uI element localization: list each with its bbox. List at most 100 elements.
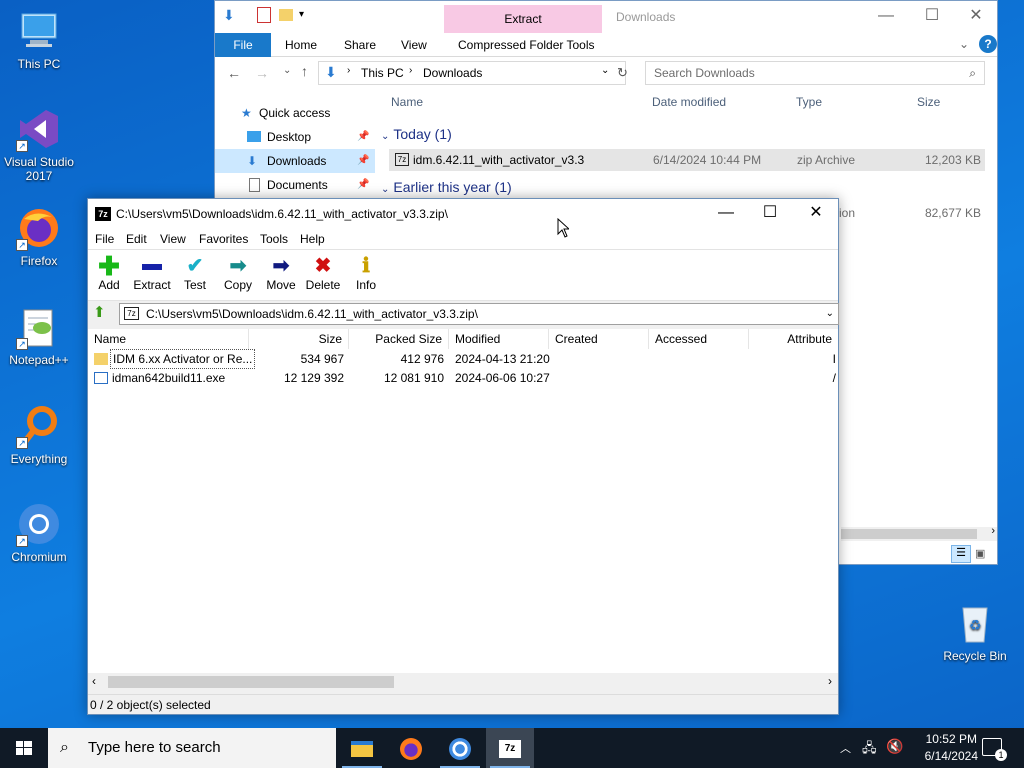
desktop-icon-chromium[interactable]: ↗ Chromium	[4, 501, 74, 564]
column-size[interactable]: Size	[917, 95, 940, 115]
column-type[interactable]: Type	[796, 95, 822, 115]
tab-view[interactable]: View	[391, 33, 437, 57]
scroll-thumb[interactable]	[841, 529, 977, 539]
7zip-titlebar[interactable]: 7z C:\Users\vm5\Downloads\idm.6.42.11_wi…	[88, 199, 838, 229]
minimize-button[interactable]: —	[863, 1, 909, 31]
test-button[interactable]: ✔ Test	[173, 254, 217, 292]
column-accessed[interactable]: Accessed	[649, 329, 749, 349]
notification-count-badge: 1	[995, 749, 1007, 761]
properties-icon[interactable]	[257, 7, 271, 23]
tab-share[interactable]: Share	[334, 33, 386, 57]
file-list[interactable]: Name Size Packed Size Modified Created A…	[88, 329, 838, 674]
recent-locations-chevron-icon[interactable]: ⌄	[283, 65, 291, 76]
path-input[interactable]: 7z C:\Users\vm5\Downloads\idm.6.42.11_wi…	[119, 303, 839, 325]
menu-favorites[interactable]: Favorites	[199, 229, 248, 249]
taskbar-search-input[interactable]: ⌕ Type here to search	[48, 728, 336, 768]
scroll-thumb[interactable]	[108, 676, 394, 688]
notification-center-button[interactable]: 1	[982, 738, 1007, 761]
scroll-left-arrow-icon[interactable]: ‹	[92, 674, 96, 688]
taskbar-firefox[interactable]	[387, 728, 435, 768]
parent-folder-up-icon[interactable]: ⬆	[93, 303, 106, 321]
extract-button[interactable]: Extract	[130, 254, 174, 292]
column-attributes[interactable]: Attribute	[749, 329, 838, 349]
close-button[interactable]: ✕	[953, 1, 999, 31]
show-hidden-icons-chevron-icon[interactable]: ︿	[840, 740, 851, 756]
minimize-button[interactable]: —	[703, 199, 749, 229]
item-modified: 2024-06-06 10:27	[455, 371, 550, 385]
ribbon-expand-chevron-icon[interactable]: ⌄	[959, 37, 969, 51]
path-dropdown-icon[interactable]: ⌄	[826, 304, 834, 324]
list-item[interactable]: idman642build11.exe 12 129 392 12 081 91…	[88, 368, 838, 388]
maximize-button[interactable]: ☐	[747, 199, 793, 229]
explorer-titlebar[interactable]: ⬇ ▾ Extract Downloads — ☐ ✕	[215, 1, 997, 33]
explorer-horizontal-scrollbar[interactable]: ›	[841, 525, 997, 541]
info-button[interactable]: ℹ Info	[344, 254, 388, 292]
pin-icon[interactable]: 📌	[357, 173, 369, 197]
network-icon[interactable]: 🖧	[862, 739, 877, 761]
taskbar-chromium[interactable]	[436, 728, 484, 768]
pin-icon[interactable]: 📌	[357, 125, 369, 149]
address-bar[interactable]: ⬇ › This PC › Downloads ⌄	[318, 61, 626, 85]
list-item[interactable]: IDM 6.xx Activator or Re... 534 967 412 …	[88, 349, 838, 369]
volume-muted-icon[interactable]: 🔇	[886, 738, 903, 755]
tab-home[interactable]: Home	[275, 33, 327, 57]
breadcrumb-downloads[interactable]: Downloads	[423, 66, 482, 80]
column-packed-size[interactable]: Packed Size	[349, 329, 449, 349]
group-label: Earlier this year (1)	[393, 179, 512, 195]
maximize-button[interactable]: ☐	[909, 1, 955, 31]
nav-quick-access[interactable]: ★ Quick access	[215, 101, 375, 125]
system-clock[interactable]: 10:52 PM 6/14/2024	[925, 731, 978, 765]
tab-file[interactable]: File	[215, 33, 271, 57]
search-input[interactable]: Search Downloads ⌕	[645, 61, 985, 85]
column-date-modified[interactable]: Date modified	[652, 95, 726, 115]
desktop-icon-visual-studio[interactable]: ↗ Visual Studio 2017	[4, 106, 74, 183]
copy-button[interactable]: ➡ Copy	[216, 254, 260, 292]
group-earlier-this-year[interactable]: ⌄ Earlier this year (1)	[381, 179, 512, 195]
start-button[interactable]	[0, 728, 48, 768]
refresh-icon[interactable]: ↻	[617, 65, 628, 81]
nav-desktop[interactable]: Desktop 📌	[215, 125, 375, 149]
scroll-right-arrow-icon[interactable]: ›	[991, 525, 995, 537]
new-folder-icon[interactable]	[279, 9, 293, 21]
delete-button[interactable]: ✖ Delete	[301, 254, 345, 292]
forward-arrow-icon[interactable]: →	[255, 65, 269, 81]
desktop-icon-notepadpp[interactable]: ↗ Notepad++	[4, 304, 74, 367]
menu-tools[interactable]: Tools	[260, 229, 288, 249]
details-view-icon[interactable]: ☰	[951, 545, 971, 563]
taskbar-file-explorer[interactable]	[338, 728, 386, 768]
taskbar-7zip[interactable]: 7z	[486, 728, 534, 768]
tab-compressed-folder-tools[interactable]: Compressed Folder Tools	[448, 33, 605, 57]
up-arrow-icon[interactable]: ↑	[301, 63, 308, 79]
menu-help[interactable]: Help	[300, 229, 325, 249]
desktop-icon-this-pc[interactable]: This PC	[4, 8, 74, 71]
computer-icon	[16, 8, 62, 54]
help-icon[interactable]: ?	[979, 35, 997, 53]
pin-icon[interactable]: 📌	[357, 149, 369, 173]
group-today[interactable]: ⌄ Today (1)	[381, 126, 452, 142]
column-modified[interactable]: Modified	[449, 329, 549, 349]
close-button[interactable]: ✕	[793, 199, 839, 229]
scroll-right-arrow-icon[interactable]: ›	[828, 674, 832, 688]
large-icons-view-icon[interactable]: ▣	[975, 547, 985, 560]
desktop-icon-everything[interactable]: ↗ Everything	[4, 403, 74, 466]
column-name[interactable]: Name	[391, 95, 423, 115]
breadcrumb-this-pc[interactable]: This PC	[361, 66, 404, 80]
desktop-icon-firefox[interactable]: ↗ Firefox	[4, 205, 74, 268]
menu-file[interactable]: File	[95, 229, 114, 249]
horizontal-scrollbar[interactable]: ‹ ›	[88, 673, 838, 691]
move-button[interactable]: ➡ Move	[259, 254, 303, 292]
desktop-icon-recycle-bin[interactable]: ♻ Recycle Bin	[940, 600, 1010, 663]
nav-downloads[interactable]: ⬇ Downloads 📌	[215, 149, 375, 173]
add-button[interactable]: ✚ Add	[87, 253, 131, 292]
menu-view[interactable]: View	[160, 229, 186, 249]
menu-edit[interactable]: Edit	[126, 229, 147, 249]
column-created[interactable]: Created	[549, 329, 649, 349]
column-name[interactable]: Name	[88, 329, 249, 349]
address-dropdown-icon[interactable]: ⌄	[601, 65, 609, 76]
column-size[interactable]: Size	[249, 329, 349, 349]
back-arrow-icon[interactable]: ←	[227, 65, 241, 81]
nav-documents[interactable]: Documents 📌	[215, 173, 375, 197]
customize-qat-chevron-icon[interactable]: ▾	[299, 9, 304, 20]
7zip-file-manager-window[interactable]: 7z C:\Users\vm5\Downloads\idm.6.42.11_wi…	[87, 198, 839, 715]
file-row[interactable]: 7z idm.6.42.11_with_activator_v3.3 6/14/…	[389, 149, 985, 171]
